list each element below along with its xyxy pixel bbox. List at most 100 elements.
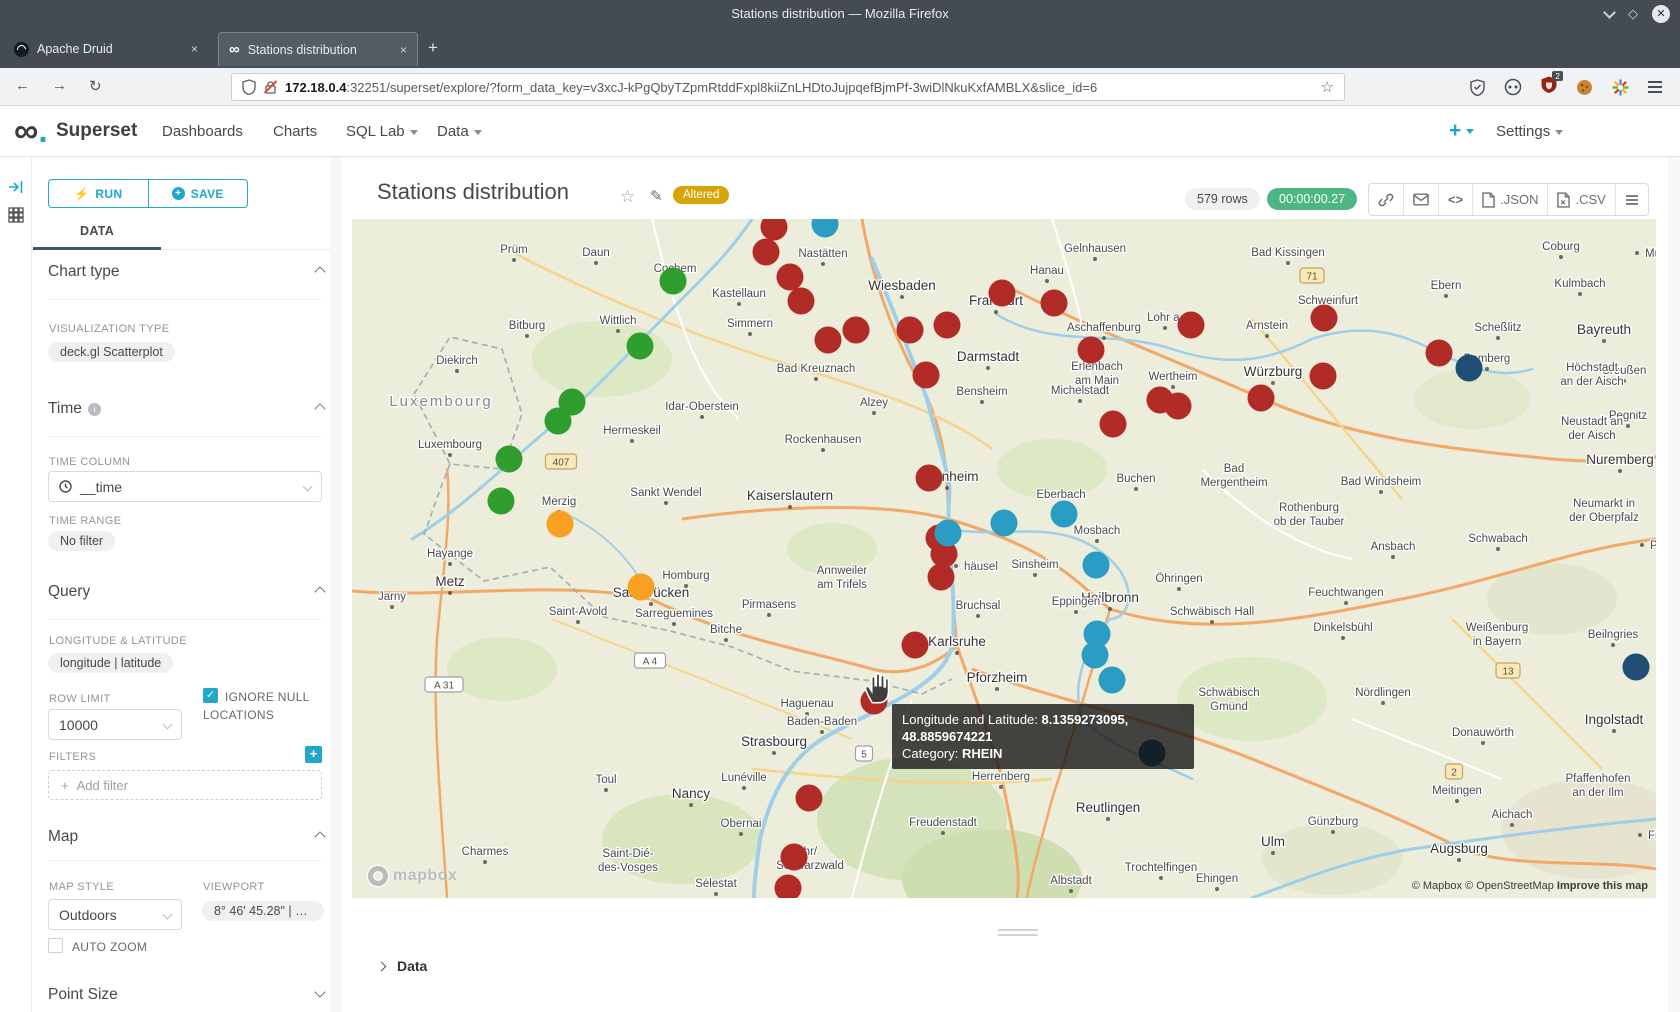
scatter-point-green[interactable] [660, 268, 687, 295]
tab-close-icon[interactable]: × [191, 42, 198, 56]
panel-resize-handle[interactable] [998, 929, 1038, 939]
scatter-point-red[interactable] [1311, 305, 1338, 332]
scatter-point-blue[interactable] [1082, 642, 1109, 669]
lonlat-value[interactable]: longitude | latitude [48, 653, 173, 673]
viz-type-value[interactable]: deck.gl Scatterplot [48, 342, 175, 362]
scatter-point-green[interactable] [488, 488, 515, 515]
proxy-mask-icon[interactable] [1504, 78, 1522, 96]
nav-dashboards[interactable]: Dashboards [162, 123, 243, 140]
window-maximize-icon[interactable]: ◇ [1628, 5, 1638, 23]
scatter-point-red[interactable] [753, 239, 780, 266]
run-button[interactable]: ⚡RUN [49, 180, 148, 207]
extension-asterisk-icon[interactable] [1612, 79, 1629, 96]
scatter-point-blue[interactable] [1051, 501, 1078, 528]
scatter-point-green[interactable] [627, 333, 654, 360]
chevron-up-icon[interactable] [314, 831, 325, 842]
chevron-up-icon[interactable] [314, 403, 325, 414]
tracking-shield-icon[interactable] [242, 79, 256, 95]
new-tab-button[interactable]: + [428, 38, 438, 58]
edit-title-icon[interactable]: ✎ [650, 187, 663, 205]
scatter-point-blue[interactable] [812, 219, 839, 238]
scatter-point-red[interactable] [1248, 385, 1275, 412]
reload-button[interactable]: ↻ [89, 77, 102, 95]
scatter-point-red[interactable] [902, 632, 929, 659]
superset-brand[interactable]: Superset [56, 120, 137, 142]
chevron-up-icon[interactable] [314, 266, 325, 277]
scatter-point-red[interactable] [777, 264, 804, 291]
scatter-point-red[interactable] [1100, 411, 1127, 438]
mapbox-logo[interactable]: mapbox [368, 866, 457, 886]
scatter-point-red[interactable] [843, 317, 870, 344]
back-button[interactable]: ← [15, 77, 30, 94]
nav-sql-lab[interactable]: SQL Lab [346, 123, 418, 140]
window-close-button[interactable]: ✕ [1652, 5, 1670, 23]
scatter-point-red[interactable] [815, 327, 842, 354]
time-range-value[interactable]: No filter [48, 531, 115, 551]
nav-data[interactable]: Data [437, 123, 482, 140]
scatter-point-green[interactable] [496, 446, 523, 473]
scatter-point-red[interactable] [761, 219, 788, 241]
pocket-shield-icon[interactable] [1470, 79, 1485, 96]
section-point-size[interactable]: Point Size [48, 986, 118, 1004]
datasource-grid-icon[interactable] [8, 207, 24, 223]
chevron-up-icon[interactable] [314, 586, 325, 597]
scatter-point-blue[interactable] [1099, 667, 1126, 694]
scatter-point-red[interactable] [1165, 393, 1192, 420]
insecure-lock-icon[interactable] [264, 80, 277, 95]
forward-button[interactable]: → [52, 77, 67, 94]
tab-data[interactable]: DATA [80, 224, 114, 238]
menu-hamburger-icon[interactable] [1648, 78, 1662, 96]
scatter-point-blue[interactable] [1083, 552, 1110, 579]
tab-stations-distribution[interactable]: ∞ Stations distribution × [218, 32, 418, 66]
scatter-point-red[interactable] [989, 280, 1016, 307]
favorite-star-icon[interactable]: ☆ [620, 187, 635, 207]
viewport-value[interactable]: 8° 46' 45.28" | 49... [202, 901, 324, 921]
scatter-point-red[interactable] [788, 288, 815, 315]
auto-zoom-checkbox[interactable] [48, 938, 63, 953]
scatter-point-red[interactable] [1041, 290, 1068, 317]
expand-panel-icon[interactable] [8, 179, 24, 195]
nav-charts[interactable]: Charts [273, 123, 317, 140]
scatter-point-blue[interactable] [935, 520, 962, 547]
scatter-point-navy[interactable] [1456, 355, 1483, 382]
scatter-point-green[interactable] [545, 408, 572, 435]
nav-settings[interactable]: Settings [1496, 123, 1563, 140]
more-menu-button[interactable] [1616, 184, 1648, 215]
scatter-point-red[interactable] [897, 317, 924, 344]
save-button[interactable]: +SAVE [148, 180, 248, 207]
section-map[interactable]: Map [48, 828, 78, 846]
scatter-point-blue[interactable] [991, 510, 1018, 537]
ublock-icon[interactable]: 2 [1541, 76, 1557, 98]
scatter-point-red[interactable] [934, 312, 961, 339]
scatter-point-red[interactable] [796, 785, 823, 812]
section-time[interactable]: Timei [48, 400, 101, 418]
add-filter-plus-button[interactable]: + [305, 746, 322, 763]
scatter-point-red[interactable] [781, 844, 808, 871]
export-csv-button[interactable]: .CSV [1548, 184, 1615, 215]
scatter-point-red[interactable] [1078, 337, 1105, 364]
section-query[interactable]: Query [48, 583, 90, 601]
email-button[interactable] [1404, 184, 1439, 215]
map-style-select[interactable]: Outdoors [48, 899, 182, 930]
section-chart-type[interactable]: Chart type [48, 263, 120, 281]
nav-add-button[interactable]: + [1449, 119, 1474, 143]
cookie-icon[interactable] [1576, 79, 1593, 96]
row-limit-select[interactable]: 10000 [48, 709, 182, 740]
embed-code-button[interactable]: <> [1439, 184, 1473, 215]
scatter-point-orange[interactable] [628, 574, 655, 601]
copy-link-button[interactable] [1369, 184, 1404, 215]
ignore-null-checkbox[interactable]: ✓ [203, 688, 218, 703]
tab-apache-druid[interactable]: Apache Druid × [4, 32, 208, 66]
add-filter-field[interactable]: +Add filter [48, 770, 322, 800]
data-section-toggle[interactable]: Data [378, 958, 427, 974]
tab-close-icon[interactable]: × [400, 43, 407, 57]
scatter-point-red[interactable] [916, 465, 943, 492]
scatter-point-navy[interactable] [1623, 654, 1650, 681]
improve-map-link[interactable]: Improve this map [1557, 880, 1648, 892]
chevron-down-icon[interactable] [314, 986, 325, 997]
window-minimize-icon[interactable] [1603, 6, 1616, 19]
export-json-button[interactable]: .JSON [1473, 184, 1548, 215]
bookmark-star-icon[interactable]: ☆ [1321, 78, 1334, 96]
scatter-point-red[interactable] [913, 362, 940, 389]
url-field[interactable]: 172.18.0.4:32251/superset/explore/?form_… [231, 73, 1345, 101]
